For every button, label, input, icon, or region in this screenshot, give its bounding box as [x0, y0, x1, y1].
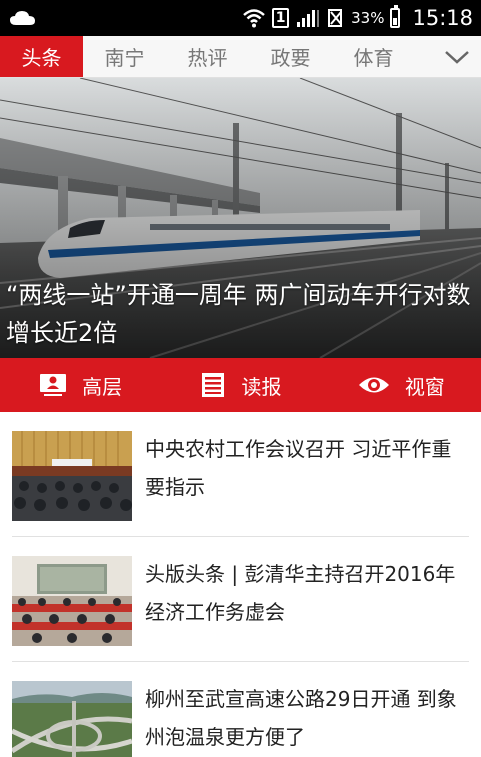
shortcut-read-paper[interactable]: 读报 [160, 358, 320, 412]
battery-percent: 33% [351, 9, 385, 27]
highway-interchange-thumbnail [12, 681, 132, 757]
shortcut-leadership[interactable]: 高层 [0, 358, 160, 412]
news-title[interactable]: 中央农村工作会议召开 习近平作重要指示 [145, 430, 470, 506]
tab-nanning[interactable]: 南宁 [83, 36, 166, 77]
more-channels-button[interactable] [433, 36, 481, 78]
eye-icon [358, 377, 389, 393]
newspaper-icon [202, 373, 225, 397]
tab-headlines[interactable]: 头条 [0, 36, 83, 77]
shortcut-window-label: 视窗 [404, 374, 445, 399]
news-title[interactable]: 头版头条 | 彭清华主持召开2016年经济工作务虚会 [145, 555, 470, 631]
wifi-icon [243, 9, 265, 28]
clock: 15:18 [412, 6, 473, 30]
shortcut-leadership-label: 高层 [82, 374, 123, 399]
hero-caption[interactable]: “两线一站”开通一周年 两广间动车开行对数增长近2倍 [6, 276, 476, 352]
signal-icon [297, 10, 320, 27]
conference-room-thumbnail [12, 556, 132, 646]
news-list: 中央农村工作会议召开 习近平作重要指示 头版头条 | 彭清华主持召开2016年经… [0, 412, 481, 757]
shortcut-window[interactable]: 视窗 [321, 358, 481, 412]
status-bar: 1 33% 15:18 [0, 0, 481, 36]
battery-icon [390, 5, 401, 28]
news-item[interactable]: 柳州至武宣高速公路29日开通 到象州泡温泉更方便了 [12, 662, 469, 757]
news-item[interactable]: 头版头条 | 彭清华主持召开2016年经济工作务虚会 [12, 537, 469, 662]
tab-politics[interactable]: 政要 [249, 36, 332, 77]
tab-hot-comments[interactable]: 热评 [166, 36, 249, 77]
hero-banner[interactable]: “两线一站”开通一周年 两广间动车开行对数增长近2倍 [0, 78, 481, 358]
no-data-icon [328, 9, 343, 27]
shortcut-read-paper-label: 读报 [241, 374, 282, 399]
tab-sports[interactable]: 体育 [332, 36, 415, 77]
news-title[interactable]: 柳州至武宣高速公路29日开通 到象州泡温泉更方便了 [145, 680, 470, 756]
shortcut-bar: 高层 读报 视窗 [0, 358, 481, 412]
news-item[interactable]: 中央农村工作会议召开 习近平作重要指示 [12, 412, 469, 537]
meeting-hall-thumbnail [12, 431, 132, 521]
person-card-icon [40, 374, 67, 396]
sim-slot-icon: 1 [272, 8, 290, 28]
cloud-icon [10, 11, 35, 25]
channel-tab-bar: 头条 南宁 热评 政要 体育 [0, 36, 481, 78]
chevron-down-icon [445, 51, 469, 64]
